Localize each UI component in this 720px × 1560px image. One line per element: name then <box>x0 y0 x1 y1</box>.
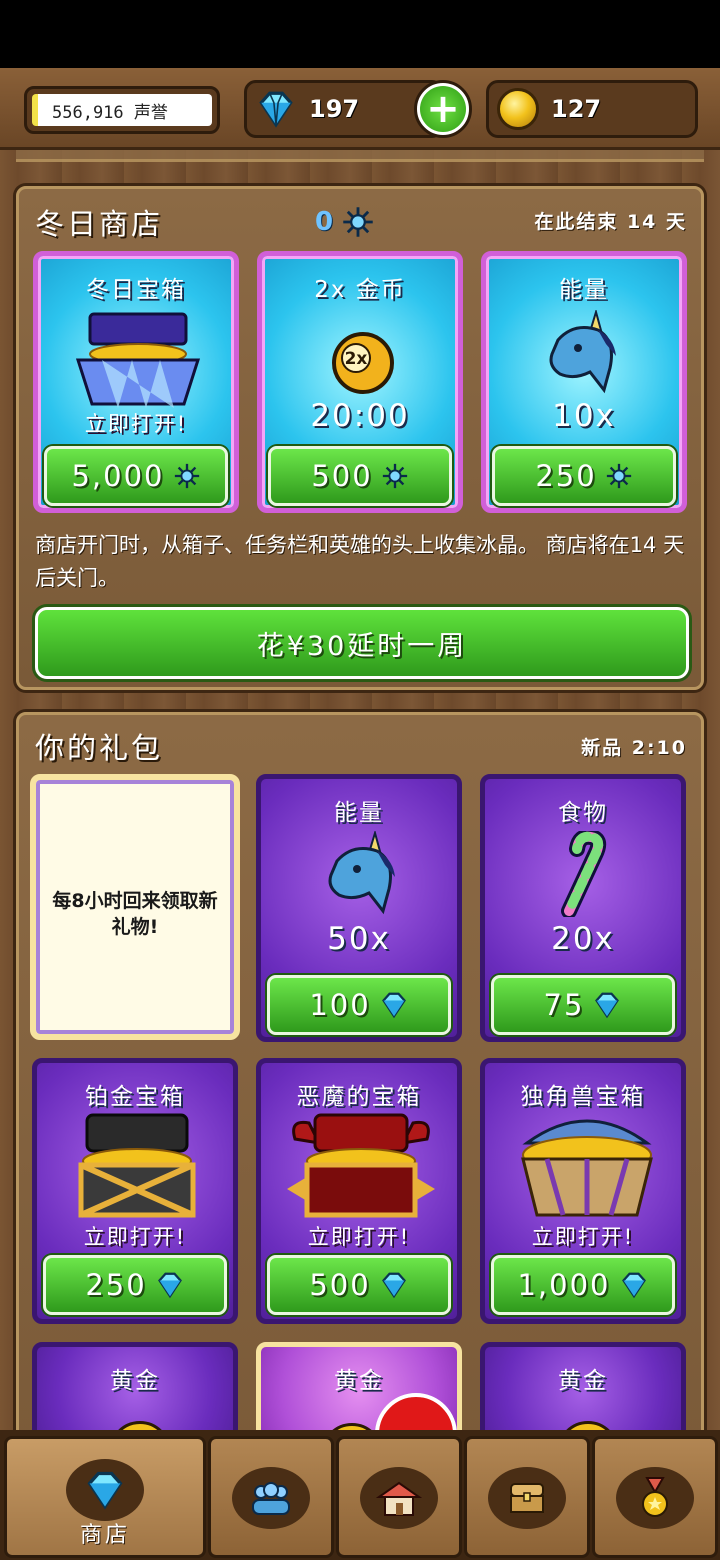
extend-shop-button[interactable]: 花¥30延时一周 <box>35 607 689 679</box>
heroes-icon <box>252 1482 290 1515</box>
diamond-icon <box>87 1471 123 1510</box>
double-coins-card[interactable]: 2x 金币 2x 20:00 500 <box>257 251 463 513</box>
card-title: 黄金 <box>334 1368 384 1394</box>
energy-pack-card[interactable]: 能量 50x 100 <box>256 774 462 1042</box>
diamond-icon <box>157 1272 182 1299</box>
card-title: 能量 <box>334 800 384 826</box>
diamond-icon <box>381 992 406 1019</box>
ice-crystal-icon <box>174 463 199 489</box>
diamond-icon <box>381 1272 406 1299</box>
ice-crystal-icon <box>382 463 407 489</box>
buy-double-coins-button[interactable]: 500 <box>268 446 452 506</box>
card-title: 能量 <box>559 277 609 303</box>
status-bar <box>0 0 720 68</box>
unicorn-icon <box>328 831 395 915</box>
card-title: 2x 金币 <box>314 277 406 303</box>
unicorn-chest-card[interactable]: 独角兽宝箱 立即打开! 1,000 <box>480 1058 686 1324</box>
card-title: 铂金宝箱 <box>85 1084 185 1110</box>
card-amount: 10x <box>552 398 616 434</box>
buy-energy-button[interactable]: 250 <box>492 446 676 506</box>
price-label: 75 <box>543 988 585 1022</box>
tab-chests[interactable] <box>464 1436 590 1558</box>
diamond-icon <box>595 992 620 1019</box>
card-amount: 50x <box>327 921 391 957</box>
chest-icon <box>510 1483 544 1513</box>
new-pack-timer: 新品 2:10 <box>581 737 687 759</box>
winter-shop-panel: 冬日商店 0 在此结束 14 天 冬日宝箱 立即打开! 5,000 2x 金币 … <box>16 186 704 690</box>
diamond-icon <box>259 91 293 128</box>
price-label: 1,000 <box>517 1268 611 1302</box>
medal-icon <box>642 1477 668 1517</box>
diamond-icon <box>621 1272 646 1299</box>
platinum-chest-card[interactable]: 铂金宝箱 立即打开! 250 <box>32 1058 238 1324</box>
candy-cane-icon <box>561 831 607 917</box>
tab-icon-bg <box>360 1467 438 1529</box>
card-subtitle: 立即打开! <box>531 1225 635 1249</box>
demon-chest-card[interactable]: 恶魔的宝箱 立即打开! 500 <box>256 1058 462 1324</box>
card-title: 冬日宝箱 <box>86 277 186 303</box>
price-label: 100 <box>309 988 371 1022</box>
buy-platinum-chest-button[interactable]: 250 <box>43 1255 227 1315</box>
ice-crystal-icon <box>343 207 373 237</box>
price-label: 250 <box>535 459 597 493</box>
card-subtitle: 立即打开! <box>307 1225 411 1249</box>
coins-count: 127 <box>551 95 602 123</box>
card-subtitle: 立即打开! <box>84 412 188 436</box>
card-timer: 20:00 <box>310 398 410 434</box>
tab-icon-bg <box>232 1467 310 1529</box>
reputation-value: 556,916 声誉 <box>32 94 212 126</box>
tab-village[interactable] <box>336 1436 462 1558</box>
crystal-count: 0 <box>315 207 334 237</box>
winter-shop-description: 商店开门时，从箱子、任务栏和英雄的头上收集冰晶。 商店将在14 天后关门。 <box>35 533 685 590</box>
coins-box[interactable]: 127 <box>486 80 698 138</box>
tab-heroes[interactable] <box>208 1436 334 1558</box>
ice-crystal-icon <box>606 463 631 489</box>
gold-coin-icon <box>497 88 539 130</box>
food-pack-card[interactable]: 食物 20x 75 <box>480 774 686 1042</box>
price-label: 5,000 <box>71 459 165 493</box>
winter-shop-ends: 在此结束 14 天 <box>534 211 687 233</box>
village-icon <box>375 1481 423 1516</box>
buy-winter-chest-button[interactable]: 5,000 <box>44 446 228 506</box>
crystal-counter: 0 <box>315 205 375 239</box>
card-amount: 20x <box>551 921 615 957</box>
tab-achievements[interactable] <box>592 1436 718 1558</box>
price-label: 500 <box>309 1268 371 1302</box>
buy-food-pack-button[interactable]: 75 <box>491 975 675 1035</box>
gift-note-card: 每8小时回来领取新礼物! <box>30 774 240 1040</box>
gems-count: 197 <box>309 95 360 123</box>
platinum-chest-icon <box>78 1113 196 1218</box>
demon-chest-icon <box>287 1113 435 1218</box>
buy-unicorn-chest-button[interactable]: 1,000 <box>491 1255 675 1315</box>
svg-text:2x: 2x <box>345 349 368 369</box>
plus-icon: + <box>420 86 466 132</box>
energy-card[interactable]: 能量 10x 250 <box>481 251 687 513</box>
card-title: 黄金 <box>558 1368 608 1394</box>
card-title: 黄金 <box>110 1368 160 1394</box>
tab-icon-bg <box>616 1467 694 1529</box>
price-label: 250 <box>85 1268 147 1302</box>
resource-bar: 556,916 声誉 197 + 127 <box>0 68 720 150</box>
card-subtitle: 立即打开! <box>83 1225 187 1249</box>
price-label: 500 <box>311 459 373 493</box>
frost-chest-icon <box>75 312 201 408</box>
tab-label: 商店 <box>79 1523 130 1548</box>
card-title: 恶魔的宝箱 <box>296 1084 422 1110</box>
unicorn-chest-icon <box>521 1119 653 1217</box>
winter-chest-card[interactable]: 冬日宝箱 立即打开! 5,000 <box>33 251 239 513</box>
bottom-tab-bar: 商店 <box>0 1430 720 1560</box>
packs-title: 你的礼包 <box>35 731 164 765</box>
double-coin-icon: 2x <box>332 332 394 394</box>
tab-icon-bg <box>488 1467 566 1529</box>
buy-energy-pack-button[interactable]: 100 <box>267 975 451 1035</box>
tab-icon-bg <box>66 1459 144 1521</box>
add-gems-button[interactable]: + <box>414 80 472 138</box>
winter-shop-title: 冬日商店 <box>35 207 164 241</box>
reputation-box: 556,916 声誉 <box>24 86 220 134</box>
unicorn-icon <box>549 310 616 394</box>
tab-shop[interactable]: 商店 <box>4 1436 206 1558</box>
buy-demon-chest-button[interactable]: 500 <box>267 1255 451 1315</box>
card-title: 食物 <box>558 800 608 826</box>
gift-note-text: 每8小时回来领取新礼物! <box>52 890 218 938</box>
